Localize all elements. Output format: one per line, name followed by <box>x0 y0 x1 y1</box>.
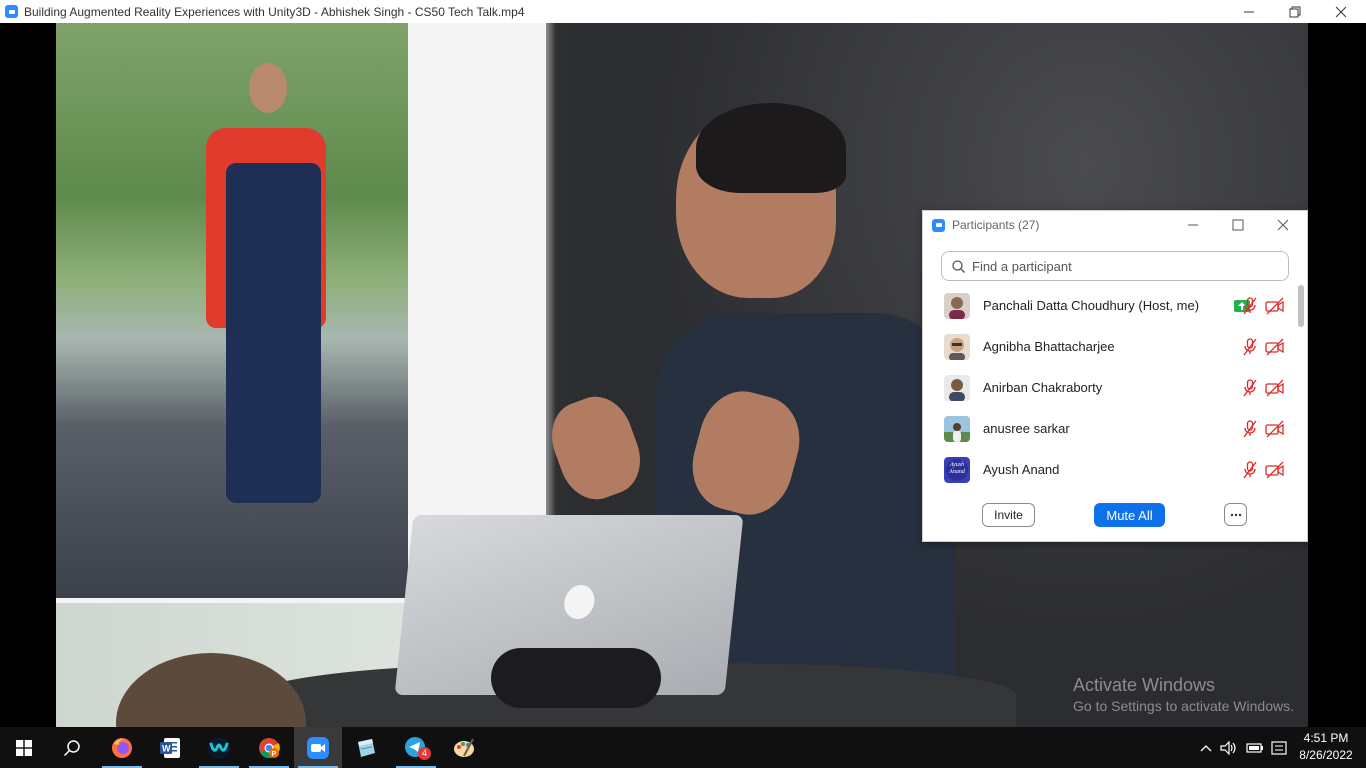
avatar-text: Ayush Anand <box>949 461 965 475</box>
apple-logo-icon <box>562 585 597 619</box>
avatar <box>944 374 970 401</box>
participant-list-scrollbar[interactable] <box>1297 285 1305 490</box>
word-icon: W <box>160 737 180 758</box>
volume-button[interactable] <box>1218 727 1240 768</box>
zoom-icon <box>932 218 945 232</box>
participant-search[interactable] <box>941 251 1289 281</box>
chevron-up-icon <box>1200 744 1212 751</box>
taskbar-chrome[interactable]: P <box>245 727 293 768</box>
taskbar-webex[interactable] <box>195 727 243 768</box>
clock-time: 4:51 PM <box>1303 731 1349 745</box>
participants-panel: Participants (27) Panchali Datta Choudhu… <box>922 210 1308 542</box>
video-off-icon[interactable] <box>1265 297 1285 315</box>
firefox-icon <box>112 737 132 758</box>
taskbar-firefox[interactable] <box>98 727 146 768</box>
chrome-icon: P <box>259 737 280 758</box>
speaker-icon <box>1220 740 1236 755</box>
participant-row[interactable]: Panchali Datta Choudhury (Host, me) <box>923 285 1295 326</box>
minimize-icon <box>1188 224 1198 226</box>
panel-header: Participants (27) <box>923 211 1307 239</box>
notepad-icon <box>358 738 375 757</box>
participant-row[interactable]: Ayush Anand Ayush Anand <box>923 449 1295 490</box>
search-input[interactable] <box>970 257 1274 275</box>
restore-icon <box>1289 6 1301 17</box>
window-title: Building Augmented Reality Experiences w… <box>24 4 525 19</box>
system-clock[interactable]: 4:51 PM 8/26/2022 <box>1294 730 1358 764</box>
participant-row[interactable]: Anirban Chakraborty <box>923 367 1295 408</box>
more-options-button[interactable] <box>1224 503 1247 526</box>
taskbar-paint[interactable] <box>440 727 488 768</box>
panel-minimize-button[interactable] <box>1183 215 1203 235</box>
show-hidden-icons-button[interactable] <box>1196 727 1216 768</box>
projected-photo <box>56 23 408 598</box>
muted-mic-icon[interactable] <box>1242 460 1258 479</box>
taskbar-search-button[interactable] <box>48 727 96 768</box>
close-icon <box>1277 219 1289 231</box>
search-icon <box>63 739 80 756</box>
mute-all-button[interactable]: Mute All <box>1094 503 1165 527</box>
start-icon <box>16 739 32 756</box>
telegram-badge: 4 <box>418 747 431 760</box>
avatar: Ayush Anand <box>944 456 970 483</box>
participant-name: anusree sarkar <box>983 421 1070 436</box>
scrollbar-thumb[interactable] <box>1298 285 1304 327</box>
taskbar-zoom[interactable] <box>294 727 342 768</box>
svg-text:W: W <box>162 743 171 753</box>
muted-mic-icon[interactable] <box>1242 378 1258 397</box>
video-off-icon[interactable] <box>1265 420 1285 438</box>
participant-row[interactable]: anusree sarkar <box>923 408 1295 449</box>
avatar <box>944 333 970 360</box>
participant-row[interactable]: Agnibha Bhattacharjee <box>923 326 1295 367</box>
participant-name: Anirban Chakraborty <box>983 380 1103 395</box>
muted-mic-icon[interactable] <box>1242 296 1258 315</box>
avatar <box>944 415 970 442</box>
taskbar-telegram[interactable]: 4 <box>392 727 440 768</box>
close-button[interactable] <box>1318 0 1364 23</box>
minimize-button[interactable] <box>1226 0 1272 23</box>
audience-member <box>116 653 306 727</box>
taskbar-word[interactable]: W <box>146 727 194 768</box>
minimize-icon <box>1244 11 1254 12</box>
activate-windows-watermark: Activate Windows Go to Settings to activ… <box>1073 675 1294 714</box>
zoom-app-icon <box>5 5 18 18</box>
window-title-bar: Building Augmented Reality Experiences w… <box>0 0 1366 23</box>
svg-text:P: P <box>272 751 277 758</box>
participant-list: Panchali Datta Choudhury (Host, me) Agni… <box>923 285 1307 490</box>
panel-maximize-button[interactable] <box>1228 215 1248 235</box>
video-off-icon[interactable] <box>1265 379 1285 397</box>
panel-title: Participants (27) <box>952 218 1040 232</box>
muted-mic-icon[interactable] <box>1242 337 1258 356</box>
video-off-icon[interactable] <box>1265 461 1285 479</box>
taskbar: W P 4 4:51 PM 8/26/2022 <box>0 727 1366 768</box>
battery-button[interactable] <box>1244 727 1266 768</box>
more-icon <box>1230 513 1241 516</box>
invite-button[interactable]: Invite <box>982 503 1035 527</box>
input-indicator-button[interactable] <box>1268 727 1290 768</box>
zoom-icon <box>307 736 329 759</box>
participant-name: Panchali Datta Choudhury (Host, me) <box>983 298 1200 313</box>
participant-name: Agnibha Bhattacharjee <box>983 339 1115 354</box>
taskbar-notepad[interactable] <box>342 727 390 768</box>
restore-button[interactable] <box>1272 0 1318 23</box>
keyboard-icon <box>1271 740 1287 755</box>
start-button[interactable] <box>0 727 48 768</box>
maximize-icon <box>1232 219 1244 231</box>
ar-headset <box>491 648 661 708</box>
clock-date: 8/26/2022 <box>1299 748 1353 762</box>
battery-icon <box>1246 742 1263 753</box>
paint-icon <box>454 738 474 757</box>
close-icon <box>1335 6 1347 17</box>
search-icon <box>952 259 965 273</box>
avatar <box>944 292 970 319</box>
video-off-icon[interactable] <box>1265 338 1285 356</box>
webex-icon <box>208 736 230 759</box>
participant-name: Ayush Anand <box>983 462 1060 477</box>
muted-mic-icon[interactable] <box>1242 419 1258 438</box>
panel-close-button[interactable] <box>1273 215 1293 235</box>
